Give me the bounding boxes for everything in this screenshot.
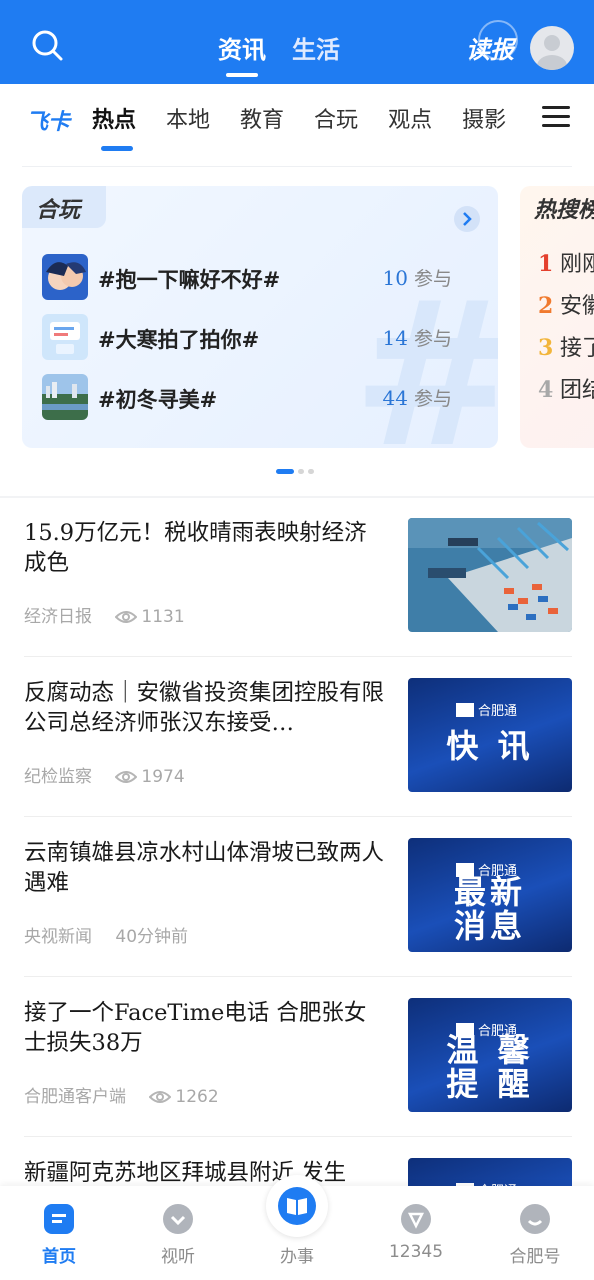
news-meta: 合肥通客户端 1262: [24, 1082, 219, 1107]
card-brand: 合肥通: [456, 700, 517, 719]
nav-hotline[interactable]: 12345: [376, 1204, 456, 1262]
news-headline: 反腐动态｜安徽省投资集团控股有限公司总经济师张汉东接受…: [24, 680, 385, 736]
topic-thumbnail: [42, 374, 88, 420]
person-icon: [537, 35, 567, 70]
news-source: 纪检监察: [24, 767, 92, 787]
news-headline: 新疆阿克苏地区拜城县附近 发生: [24, 1160, 347, 1186]
divider: [24, 816, 572, 817]
topic-name: #初冬寻美#: [98, 387, 218, 412]
read-paper-button[interactable]: 读报: [466, 30, 514, 65]
eye-icon: [115, 611, 138, 623]
hot-search-item[interactable]: 4 团结: [538, 372, 594, 404]
news-headline: 15.9万亿元！税收晴雨表映射经济成色: [24, 520, 367, 576]
search-icon[interactable]: [30, 28, 64, 62]
topic-count: 10 参与: [382, 266, 452, 290]
top-tabs: 资讯 生活: [218, 30, 340, 77]
card-big-text: 温 馨: [446, 1031, 534, 1069]
news-source: 央视新闻: [24, 927, 92, 947]
topic-thumbnail: [42, 254, 88, 300]
topic-name: #大寒拍了拍你#: [98, 327, 260, 352]
card-big-text: 快 讯: [446, 727, 534, 765]
view-count: 1131: [115, 607, 185, 627]
news-item[interactable]: 反腐动态｜安徽省投资集团控股有限公司总经济师张汉东接受… 纪检监察 1974 合…: [0, 678, 594, 838]
nav-video[interactable]: 视听: [138, 1204, 218, 1267]
divider: [24, 1136, 572, 1137]
topic-item[interactable]: #抱一下嘛好不好# 10 参与: [42, 254, 482, 300]
user-avatar[interactable]: [530, 26, 574, 70]
hot-search-item[interactable]: 1 刚刚: [538, 246, 594, 278]
news-item[interactable]: 接了一个FaceTime电话 合肥张女士损失38万 合肥通客户端 1262 合肥…: [0, 998, 594, 1158]
category-opinion[interactable]: 观点: [388, 102, 432, 134]
account-icon: [520, 1204, 550, 1234]
category-hot[interactable]: 热点: [92, 102, 136, 134]
tab-life[interactable]: 生活: [292, 30, 340, 65]
news-thumbnail-card: 合肥通 最新 消息: [408, 838, 572, 952]
news-source: 合肥通客户端: [24, 1087, 126, 1107]
hewan-card[interactable]: # 合玩 #抱一下嘛好不好# 10参与 #大寒: [22, 186, 498, 448]
topic-thumbnail: [42, 314, 88, 360]
card-big-text: 最新: [453, 873, 526, 911]
news-source: 经济日报: [24, 607, 92, 627]
hot-search-item[interactable]: 2 安徽: [538, 288, 594, 320]
eye-icon: [149, 1091, 172, 1103]
section-divider: [0, 496, 594, 498]
topic-item[interactable]: #初冬寻美# 44 参与: [42, 374, 482, 420]
category-hewan[interactable]: 合玩: [314, 102, 358, 134]
nav-label: 合肥号: [509, 1247, 561, 1267]
nav-hefei-account[interactable]: 合肥号: [495, 1204, 575, 1267]
nav-home[interactable]: 首页: [19, 1204, 99, 1267]
menu-icon[interactable]: [542, 106, 570, 128]
divider: [24, 656, 572, 657]
feika-logo[interactable]: 飞卡: [26, 104, 70, 136]
news-meta: 纪检监察 1974: [24, 762, 185, 787]
category-education[interactable]: 教育: [240, 102, 284, 134]
hash-watermark: #: [352, 276, 498, 449]
divider: [22, 166, 572, 167]
hotline-icon: [401, 1204, 431, 1234]
news-time: 40分钟前: [115, 927, 189, 947]
eye-icon: [115, 771, 138, 783]
tab-news[interactable]: 资讯: [218, 30, 266, 77]
active-category-indicator: [101, 146, 133, 151]
topic-item[interactable]: #大寒拍了拍你# 14 参与: [42, 314, 482, 360]
topic-name: #抱一下嘛好不好#: [98, 267, 281, 292]
view-count: 1974: [115, 767, 185, 787]
services-center-button[interactable]: [266, 1175, 328, 1237]
news-item[interactable]: 云南镇雄县凉水村山体滑坡已致两人遇难 央视新闻 40分钟前 合肥通 最新 消息: [0, 838, 594, 998]
hewan-card-title: 合玩: [36, 198, 81, 223]
nav-label: 首页: [42, 1247, 76, 1267]
hot-search-item[interactable]: 3 接了: [538, 330, 594, 362]
nav-label: 办事: [280, 1247, 314, 1267]
topic-count: 44 参与: [382, 386, 452, 410]
category-photo[interactable]: 摄影: [462, 102, 506, 134]
news-headline: 云南镇雄县凉水村山体滑坡已致两人遇难: [24, 840, 385, 896]
card-big-text: 消息: [453, 907, 526, 945]
news-thumbnail-port: [408, 518, 572, 632]
top-app-bar: 资讯 生活 读报: [0, 0, 594, 84]
news-item[interactable]: 15.9万亿元！税收晴雨表映射经济成色 经济日报 1131: [0, 518, 594, 678]
book-icon: [278, 1187, 316, 1225]
carousel-indicator: [276, 469, 314, 474]
hot-search-card[interactable]: 热搜榜 1 刚刚 2 安徽 3 接了 4 团结: [520, 186, 594, 448]
news-thumbnail-card: 合肥通 温 馨 提 醒: [408, 998, 572, 1112]
divider: [24, 976, 572, 977]
card-big-text: 提 醒: [446, 1065, 534, 1103]
news-meta: 央视新闻 40分钟前: [24, 922, 188, 947]
video-icon: [163, 1204, 193, 1234]
home-icon: [44, 1204, 74, 1234]
chevron-right-icon[interactable]: [454, 206, 480, 232]
topic-count: 14 参与: [382, 326, 452, 350]
category-tabs: 热点 本地 教育 合玩 观点 摄影: [92, 102, 506, 134]
nav-label: 12345: [388, 1242, 444, 1262]
news-thumbnail-card: 合肥通 快 讯: [408, 678, 572, 792]
nav-label: 视听: [161, 1247, 195, 1267]
hot-search-title: 热搜榜: [534, 198, 594, 223]
category-local[interactable]: 本地: [166, 102, 210, 134]
news-headline: 接了一个FaceTime电话 合肥张女士损失38万: [24, 1000, 367, 1056]
news-meta: 经济日报 1131: [24, 602, 185, 627]
view-count: 1262: [149, 1087, 219, 1107]
